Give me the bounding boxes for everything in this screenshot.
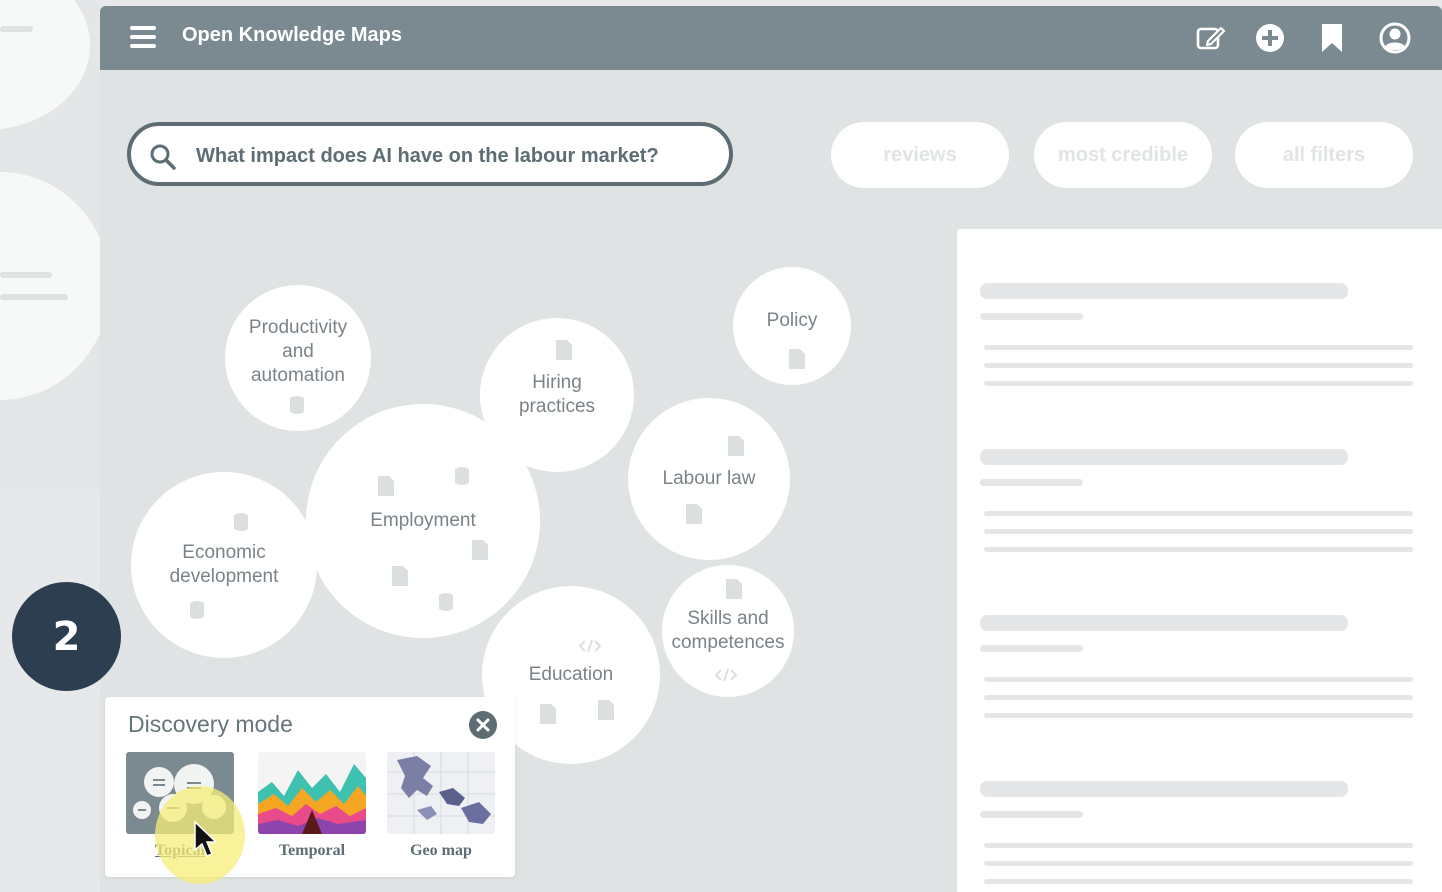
account-icon[interactable]	[1379, 22, 1411, 54]
bubble-economic-development[interactable]: Economic development	[131, 472, 317, 658]
top-bar: Open Knowledge Maps	[100, 6, 1442, 70]
document-icon	[472, 540, 488, 560]
placeholder-title	[980, 781, 1348, 797]
bubble-labour-law[interactable]: Labour law	[628, 398, 790, 560]
filter-all[interactable]: all filters	[1235, 122, 1413, 188]
placeholder-line	[984, 677, 1413, 682]
mode-geo-map[interactable]: Geo map	[387, 752, 495, 859]
placeholder-meta	[980, 313, 1083, 320]
placeholder-line	[984, 879, 1413, 884]
discovery-mode-panel: Discovery mode Topical Temporal Geo map	[105, 697, 515, 877]
edit-icon[interactable]	[1194, 22, 1226, 54]
bubble-policy[interactable]: Policy	[733, 267, 851, 385]
mode-temporal-label: Temporal	[278, 842, 346, 859]
placeholder-line	[984, 547, 1413, 552]
bubble-label: Education	[528, 664, 614, 686]
database-icon	[439, 593, 453, 611]
document-icon	[789, 349, 805, 369]
placeholder-line	[984, 861, 1413, 866]
placeholder-meta	[980, 645, 1083, 652]
add-icon[interactable]	[1254, 22, 1286, 54]
search-icon	[150, 144, 176, 170]
placeholder-title	[980, 615, 1348, 631]
code-icon	[714, 668, 738, 682]
close-icon[interactable]	[468, 710, 498, 740]
filter-reviews[interactable]: reviews	[831, 122, 1009, 188]
placeholder-meta	[980, 479, 1083, 486]
filter-most-credible[interactable]: most credible	[1034, 122, 1212, 188]
placeholder-line	[984, 843, 1413, 848]
bubble-label: Productivity and automation	[248, 317, 348, 386]
bubble-productivity-and-automation[interactable]: Productivity and automation	[225, 285, 371, 431]
search-box[interactable]: What impact does AI have on the labour m…	[127, 122, 733, 186]
document-icon	[726, 579, 742, 599]
background-bubble	[0, 172, 100, 400]
bubble-label: Employment	[370, 510, 476, 532]
background-line	[0, 294, 68, 300]
document-icon	[728, 436, 744, 456]
bubble-label: Economic development	[169, 542, 279, 587]
database-icon	[234, 513, 248, 531]
background-card	[0, 0, 100, 490]
bubble-label: Skills and competences	[671, 608, 785, 653]
mode-temporal[interactable]: Temporal	[258, 752, 366, 859]
step-badge: 2	[12, 582, 121, 691]
bubble-skills-and-competences[interactable]: Skills and competences	[662, 565, 794, 697]
bubble-label: Policy	[766, 310, 818, 332]
bubble-label: Hiring practices	[518, 372, 596, 417]
bookmark-icon[interactable]	[1316, 22, 1348, 54]
placeholder-line	[984, 713, 1413, 718]
placeholder-line	[984, 529, 1413, 534]
placeholder-line	[984, 511, 1413, 516]
placeholder-line	[984, 363, 1413, 368]
bubble-label: Labour law	[662, 468, 756, 490]
geo-map-thumbnail	[387, 752, 495, 834]
placeholder-line	[984, 381, 1413, 386]
document-icon	[378, 476, 394, 496]
topical-thumbnail	[126, 752, 234, 834]
placeholder-title	[980, 449, 1348, 465]
menu-icon[interactable]	[130, 26, 156, 48]
document-icon	[686, 504, 702, 524]
app-title: Open Knowledge Maps	[182, 24, 403, 46]
placeholder-meta	[980, 811, 1083, 818]
document-icon	[556, 340, 572, 360]
temporal-thumbnail	[258, 752, 366, 834]
search-query[interactable]: What impact does AI have on the labour m…	[196, 145, 659, 168]
mode-topical[interactable]: Topical	[126, 752, 234, 859]
mode-geo-map-label: Geo map	[410, 842, 472, 859]
document-icon	[540, 704, 556, 724]
database-icon	[455, 467, 469, 485]
placeholder-title	[980, 283, 1348, 299]
background-bubble	[0, 0, 90, 130]
database-icon	[290, 396, 304, 414]
background-line	[0, 272, 52, 278]
discovery-mode-title: Discovery mode	[128, 711, 293, 737]
mode-topical-label: Topical	[154, 842, 206, 859]
database-icon	[190, 601, 204, 619]
bubble-employment[interactable]: Employment	[306, 404, 540, 638]
results-list	[957, 229, 1442, 892]
document-icon	[598, 700, 614, 720]
document-icon	[392, 566, 408, 586]
code-icon	[578, 639, 602, 653]
placeholder-line	[984, 695, 1413, 700]
background-line	[0, 26, 33, 32]
placeholder-line	[984, 345, 1413, 350]
